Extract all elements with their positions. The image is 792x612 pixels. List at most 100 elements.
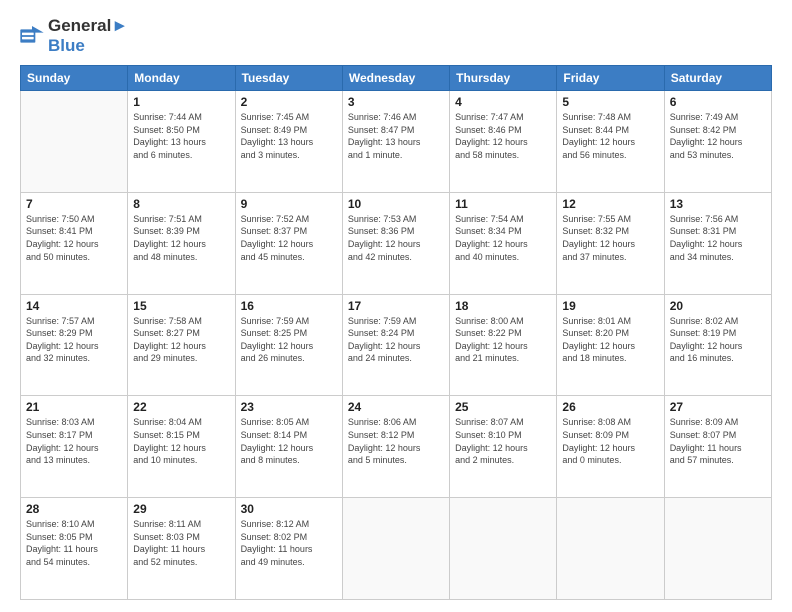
day-info: Sunrise: 7:51 AM Sunset: 8:39 PM Dayligh… (133, 213, 229, 263)
day-info: Sunrise: 8:09 AM Sunset: 8:07 PM Dayligh… (670, 416, 766, 466)
week-row-0: 1 Sunrise: 7:44 AM Sunset: 8:50 PM Daylig… (21, 91, 772, 193)
calendar-table: SundayMondayTuesdayWednesdayThursdayFrid… (20, 65, 772, 600)
calendar-cell (557, 498, 664, 600)
day-number: 22 (133, 400, 229, 414)
calendar-cell: 1 Sunrise: 7:44 AM Sunset: 8:50 PM Daylig… (128, 91, 235, 193)
calendar-cell: 7Sunrise: 7:50 AM Sunset: 8:41 PM Daylig… (21, 192, 128, 294)
day-number: 2 (241, 95, 337, 109)
header-row: SundayMondayTuesdayWednesdayThursdayFrid… (21, 66, 772, 91)
calendar-cell (450, 498, 557, 600)
calendar-cell: 14Sunrise: 7:57 AM Sunset: 8:29 PM Dayli… (21, 294, 128, 396)
day-number: 14 (26, 299, 122, 313)
calendar-cell: 21Sunrise: 8:03 AM Sunset: 8:17 PM Dayli… (21, 396, 128, 498)
day-number: 16 (241, 299, 337, 313)
calendar-cell: 29 Sunrise: 8:11 AM Sunset: 8:03 PM Dayli… (128, 498, 235, 600)
calendar-cell: 13Sunrise: 7:56 AM Sunset: 8:31 PM Dayli… (664, 192, 771, 294)
col-header-tuesday: Tuesday (235, 66, 342, 91)
calendar-cell: 18 Sunrise: 8:00 AM Sunset: 8:22 PM Dayli… (450, 294, 557, 396)
day-number: 21 (26, 400, 122, 414)
calendar-cell: 24 Sunrise: 8:06 AM Sunset: 8:12 PM Dayli… (342, 396, 449, 498)
week-row-1: 7Sunrise: 7:50 AM Sunset: 8:41 PM Daylig… (21, 192, 772, 294)
day-number: 3 (348, 95, 444, 109)
day-info: Sunrise: 8:07 AM Sunset: 8:10 PM Dayligh… (455, 416, 551, 466)
day-info: Sunrise: 8:02 AM Sunset: 8:19 PM Dayligh… (670, 315, 766, 365)
day-info: Sunrise: 8:01 AM Sunset: 8:20 PM Dayligh… (562, 315, 658, 365)
week-row-3: 21Sunrise: 8:03 AM Sunset: 8:17 PM Dayli… (21, 396, 772, 498)
col-header-saturday: Saturday (664, 66, 771, 91)
calendar-cell: 22 Sunrise: 8:04 AM Sunset: 8:15 PM Dayli… (128, 396, 235, 498)
day-info: Sunrise: 7:54 AM Sunset: 8:34 PM Dayligh… (455, 213, 551, 263)
calendar-cell: 17 Sunrise: 7:59 AM Sunset: 8:24 PM Dayli… (342, 294, 449, 396)
day-info: Sunrise: 8:00 AM Sunset: 8:22 PM Dayligh… (455, 315, 551, 365)
day-info: Sunrise: 7:46 AM Sunset: 8:47 PM Dayligh… (348, 111, 444, 161)
calendar-cell: 20 Sunrise: 8:02 AM Sunset: 8:19 PM Dayli… (664, 294, 771, 396)
day-info: Sunrise: 7:58 AM Sunset: 8:27 PM Dayligh… (133, 315, 229, 365)
calendar-cell: 15 Sunrise: 7:58 AM Sunset: 8:27 PM Dayli… (128, 294, 235, 396)
calendar-cell: 5 Sunrise: 7:48 AM Sunset: 8:44 PM Daylig… (557, 91, 664, 193)
calendar-cell (21, 91, 128, 193)
logo: General► Blue (20, 16, 128, 55)
day-number: 1 (133, 95, 229, 109)
day-number: 4 (455, 95, 551, 109)
day-number: 25 (455, 400, 551, 414)
day-number: 5 (562, 95, 658, 109)
day-number: 23 (241, 400, 337, 414)
day-info: Sunrise: 7:49 AM Sunset: 8:42 PM Dayligh… (670, 111, 766, 161)
calendar-cell (664, 498, 771, 600)
day-info: Sunrise: 8:06 AM Sunset: 8:12 PM Dayligh… (348, 416, 444, 466)
page: General► Blue SundayMondayTuesdayWednesd… (0, 0, 792, 612)
day-number: 20 (670, 299, 766, 313)
week-row-2: 14Sunrise: 7:57 AM Sunset: 8:29 PM Dayli… (21, 294, 772, 396)
calendar-cell: 8 Sunrise: 7:51 AM Sunset: 8:39 PM Daylig… (128, 192, 235, 294)
calendar-cell: 11 Sunrise: 7:54 AM Sunset: 8:34 PM Dayli… (450, 192, 557, 294)
day-info: Sunrise: 7:55 AM Sunset: 8:32 PM Dayligh… (562, 213, 658, 263)
day-info: Sunrise: 8:11 AM Sunset: 8:03 PM Dayligh… (133, 518, 229, 568)
day-number: 8 (133, 197, 229, 211)
calendar-cell: 25 Sunrise: 8:07 AM Sunset: 8:10 PM Dayli… (450, 396, 557, 498)
calendar-cell (342, 498, 449, 600)
col-header-thursday: Thursday (450, 66, 557, 91)
day-info: Sunrise: 7:45 AM Sunset: 8:49 PM Dayligh… (241, 111, 337, 161)
calendar-cell: 6Sunrise: 7:49 AM Sunset: 8:42 PM Daylig… (664, 91, 771, 193)
day-info: Sunrise: 8:04 AM Sunset: 8:15 PM Dayligh… (133, 416, 229, 466)
calendar-cell: 16 Sunrise: 7:59 AM Sunset: 8:25 PM Dayli… (235, 294, 342, 396)
day-info: Sunrise: 7:48 AM Sunset: 8:44 PM Dayligh… (562, 111, 658, 161)
day-number: 11 (455, 197, 551, 211)
col-header-wednesday: Wednesday (342, 66, 449, 91)
calendar-cell: 27 Sunrise: 8:09 AM Sunset: 8:07 PM Dayli… (664, 396, 771, 498)
calendar-cell: 4 Sunrise: 7:47 AM Sunset: 8:46 PM Daylig… (450, 91, 557, 193)
calendar-cell: 2 Sunrise: 7:45 AM Sunset: 8:49 PM Daylig… (235, 91, 342, 193)
day-number: 28 (26, 502, 122, 516)
day-number: 24 (348, 400, 444, 414)
day-number: 27 (670, 400, 766, 414)
day-number: 19 (562, 299, 658, 313)
day-info: Sunrise: 8:08 AM Sunset: 8:09 PM Dayligh… (562, 416, 658, 466)
day-info: Sunrise: 8:12 AM Sunset: 8:02 PM Dayligh… (241, 518, 337, 568)
logo-icon (20, 26, 44, 46)
day-info: Sunrise: 7:59 AM Sunset: 8:25 PM Dayligh… (241, 315, 337, 365)
day-info: Sunrise: 8:10 AM Sunset: 8:05 PM Dayligh… (26, 518, 122, 568)
col-header-friday: Friday (557, 66, 664, 91)
calendar-cell: 3 Sunrise: 7:46 AM Sunset: 8:47 PM Daylig… (342, 91, 449, 193)
day-number: 15 (133, 299, 229, 313)
calendar-cell: 19 Sunrise: 8:01 AM Sunset: 8:20 PM Dayli… (557, 294, 664, 396)
day-info: Sunrise: 7:44 AM Sunset: 8:50 PM Dayligh… (133, 111, 229, 161)
day-number: 7 (26, 197, 122, 211)
week-row-4: 28 Sunrise: 8:10 AM Sunset: 8:05 PM Dayli… (21, 498, 772, 600)
col-header-sunday: Sunday (21, 66, 128, 91)
day-number: 17 (348, 299, 444, 313)
day-number: 29 (133, 502, 229, 516)
day-info: Sunrise: 7:53 AM Sunset: 8:36 PM Dayligh… (348, 213, 444, 263)
day-number: 30 (241, 502, 337, 516)
day-info: Sunrise: 7:47 AM Sunset: 8:46 PM Dayligh… (455, 111, 551, 161)
calendar-cell: 26 Sunrise: 8:08 AM Sunset: 8:09 PM Dayli… (557, 396, 664, 498)
calendar-cell: 12Sunrise: 7:55 AM Sunset: 8:32 PM Dayli… (557, 192, 664, 294)
header: General► Blue (20, 16, 772, 55)
day-number: 26 (562, 400, 658, 414)
day-info: Sunrise: 7:59 AM Sunset: 8:24 PM Dayligh… (348, 315, 444, 365)
day-info: Sunrise: 7:52 AM Sunset: 8:37 PM Dayligh… (241, 213, 337, 263)
day-info: Sunrise: 8:05 AM Sunset: 8:14 PM Dayligh… (241, 416, 337, 466)
day-info: Sunrise: 7:56 AM Sunset: 8:31 PM Dayligh… (670, 213, 766, 263)
day-number: 18 (455, 299, 551, 313)
calendar-cell: 9Sunrise: 7:52 AM Sunset: 8:37 PM Daylig… (235, 192, 342, 294)
